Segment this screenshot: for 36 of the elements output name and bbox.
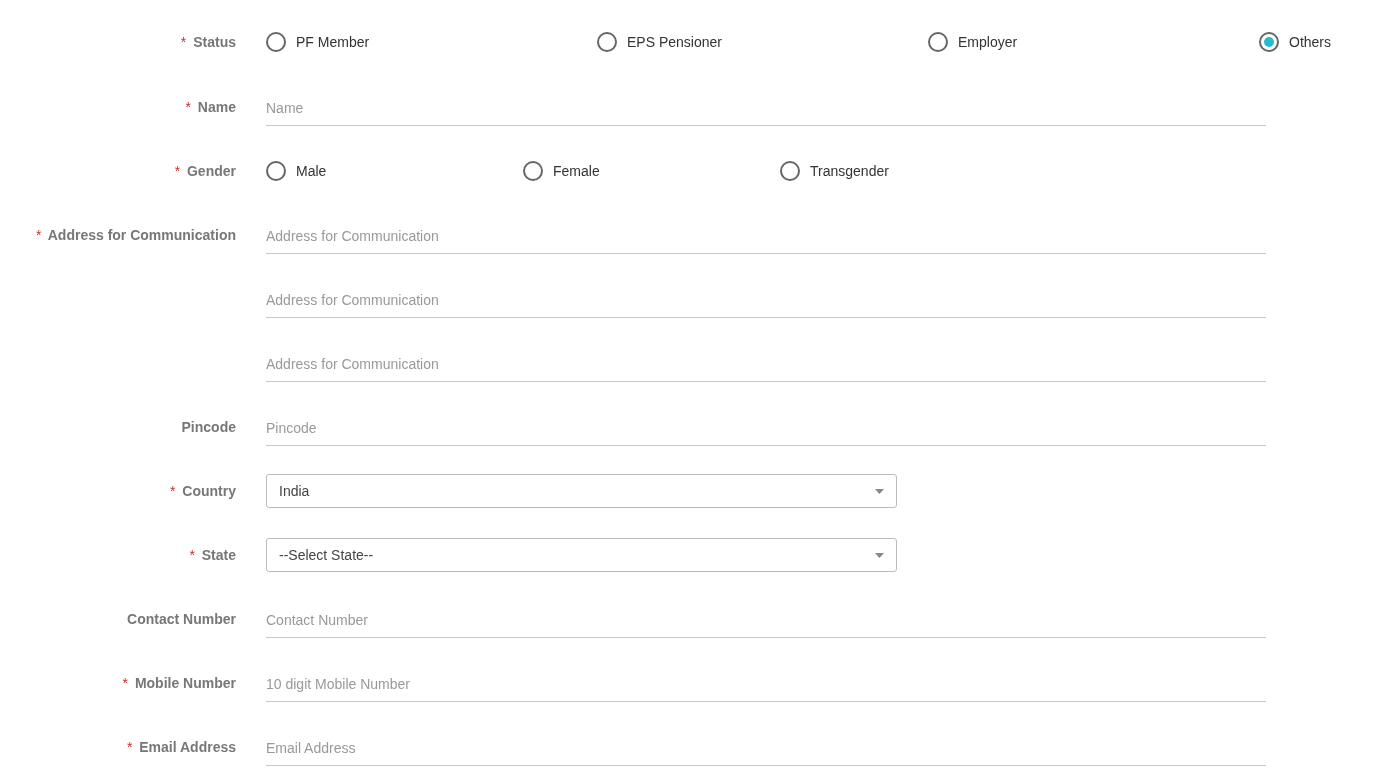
radio-button[interactable] [780,161,800,181]
required-asterisk: * [185,99,191,115]
radio-option[interactable]: Male [266,161,523,181]
radio-button[interactable] [266,31,286,52]
required-asterisk: * [122,675,128,691]
radio-button[interactable] [597,31,617,52]
required-asterisk: * [174,163,181,179]
field-label: State [201,547,236,563]
field-label: Pincode [181,419,236,435]
radio-button[interactable] [523,161,543,181]
radio-button[interactable] [928,31,948,52]
field-label: Mobile Number [134,675,236,691]
required-asterisk: * [180,33,187,50]
radio-option[interactable]: Employer [928,31,1259,52]
radio-option[interactable]: Transgender [780,161,889,181]
radio-button[interactable] [1259,31,1279,52]
radio-button[interactable] [266,161,286,181]
dropdown-select[interactable]: India [266,474,897,508]
radio-option[interactable]: Others [1259,31,1331,52]
required-asterisk: * [35,227,42,243]
field-label: Address for Communication [47,227,236,243]
field-label: Email Address [139,739,236,755]
required-asterisk: * [189,547,195,563]
required-asterisk: * [170,483,176,499]
caret-icon [875,552,884,558]
required-asterisk: * [126,739,133,755]
radio-option[interactable]: EPS Pensioner [597,31,928,52]
field-label: Gender [187,163,236,179]
field-label: Name [197,99,236,115]
dropdown-select[interactable]: --Select State-- [266,538,897,572]
caret-icon [875,488,884,494]
field-label: Country [182,483,236,499]
radio-option[interactable]: Female [523,161,780,181]
field-label: Contact Number [127,611,236,627]
field-label: Status [193,33,236,50]
radio-option[interactable]: PF Member [266,31,597,52]
